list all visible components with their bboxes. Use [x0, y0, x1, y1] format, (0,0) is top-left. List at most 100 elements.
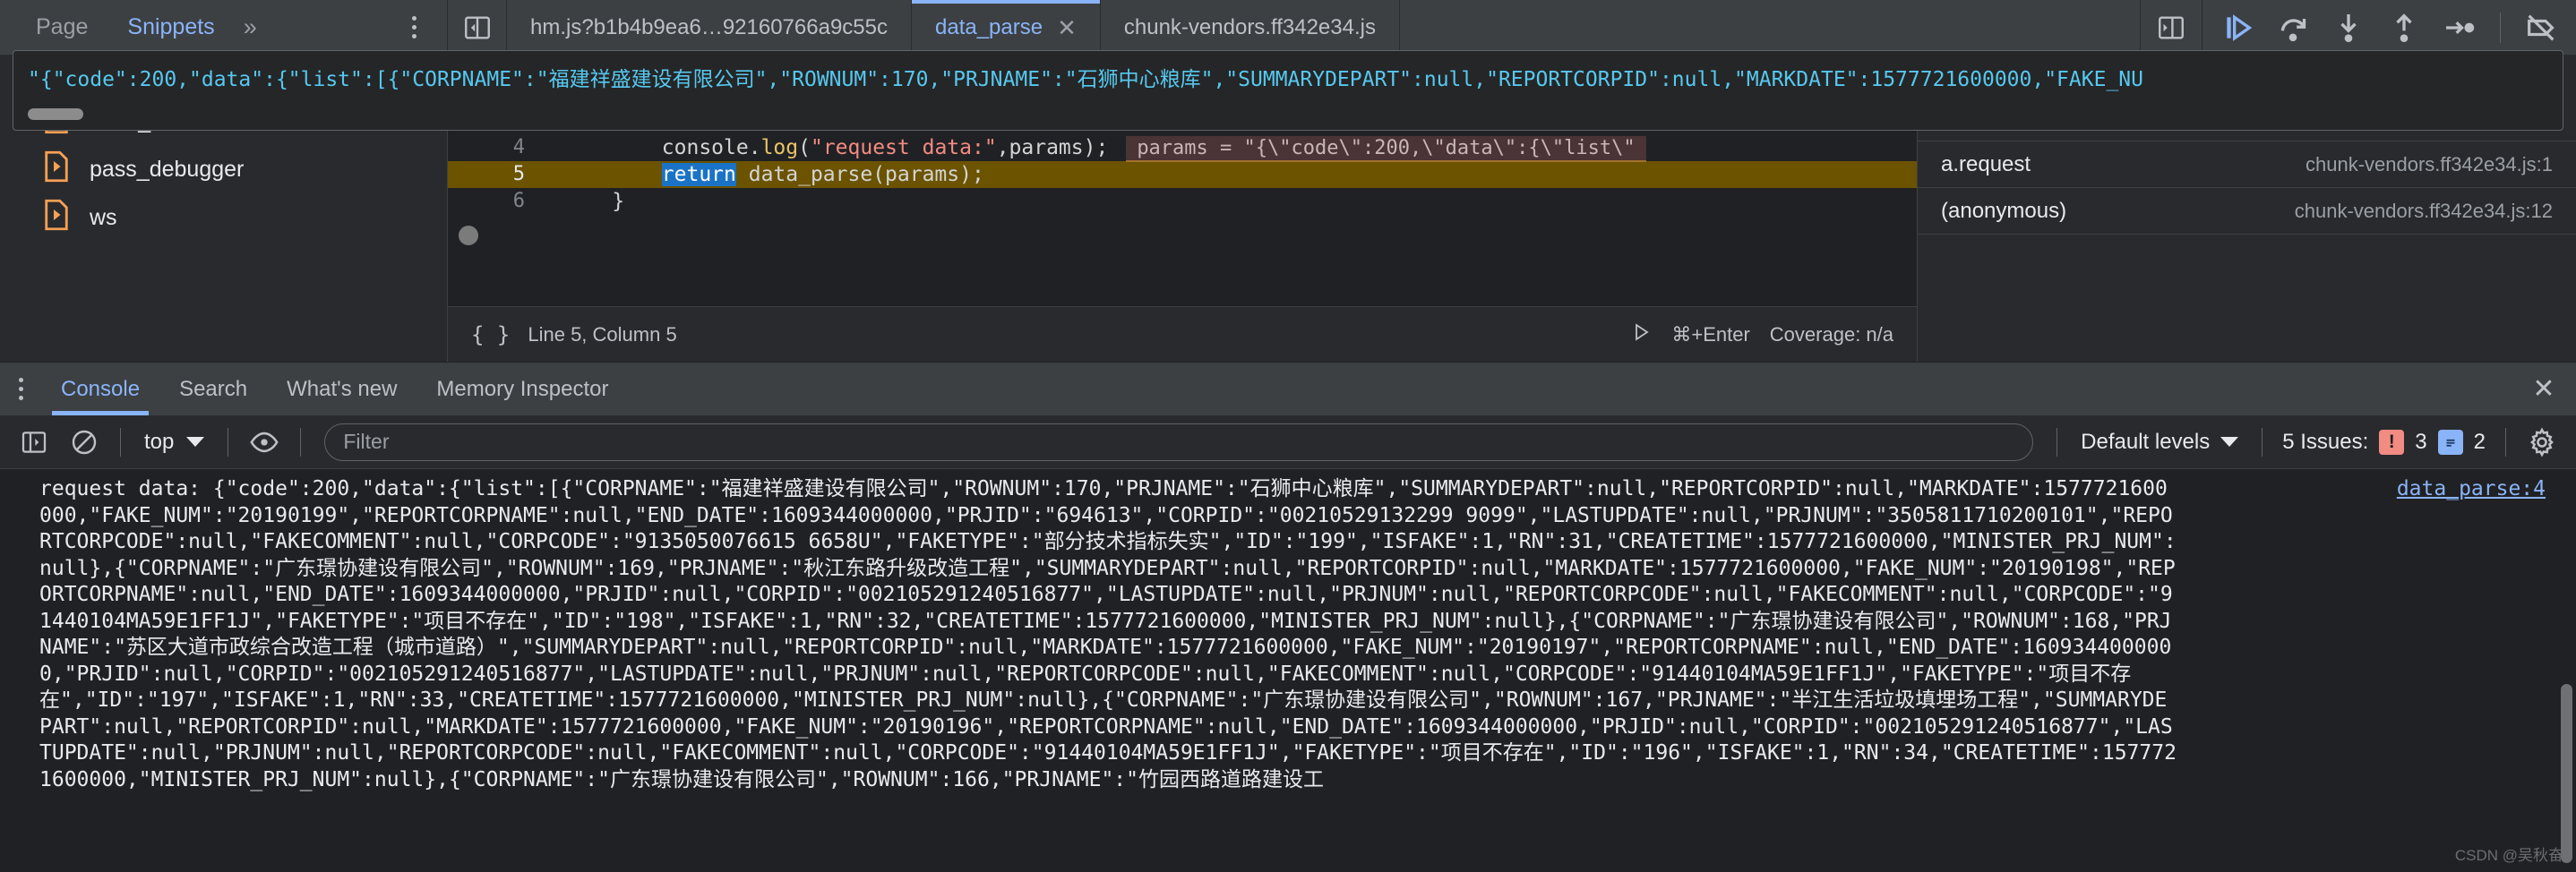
resume-icon[interactable] [2210, 0, 2265, 56]
drawer-tab-whats-new-label: What's new [287, 376, 398, 401]
issues-summary[interactable]: 5 Issues: ! 3 2 [2273, 429, 2494, 455]
drawer-tab-memory-inspector-label: Memory Inspector [436, 376, 609, 401]
source-tab-hm-js[interactable]: hm.js?b1b4b9ea6…92160766a9c55c [507, 0, 912, 56]
toolbar-divider [2262, 427, 2263, 457]
line-content: console.log("request data:",params); para… [548, 134, 1917, 162]
show-navigator-icon[interactable] [448, 0, 507, 55]
show-debugger-sidebar-icon[interactable] [2140, 0, 2202, 55]
nav-tab-page[interactable]: Page [16, 0, 107, 56]
code-token: "request data:" [810, 135, 997, 159]
inline-variable-value: params = "{\"code\":200,\"data\":{\"list… [1126, 135, 1646, 162]
source-tab-data-parse[interactable]: data_parse ✕ [912, 0, 1101, 56]
drawer-tab-whats-new[interactable]: What's new [267, 363, 416, 415]
close-icon-glyph: ✕ [2532, 374, 2555, 404]
console-log-message: request data: {"code":200,"data":{"list"… [39, 477, 2177, 791]
console-vertical-scrollbar[interactable] [2561, 684, 2572, 863]
snippet-item-ws[interactable]: ws [0, 193, 447, 242]
popover-value-text: "{"code":200,"data":{"list":[{"CORPNAME"… [28, 68, 2143, 91]
console-log-entry[interactable]: request data: {"code":200,"data":{"list"… [0, 469, 2576, 800]
call-stack-frame-anonymous[interactable]: (anonymous) chunk-vendors.ff342e34.js:12 [1918, 188, 2576, 235]
issues-error-count: 3 [2415, 429, 2427, 454]
clear-console-icon[interactable] [59, 417, 109, 467]
more-vertical-icon[interactable] [404, 14, 424, 41]
close-drawer-icon[interactable]: ✕ [2512, 363, 2576, 415]
code-line-5: 5 return data_parse(params); [448, 161, 1917, 188]
code-token-selected: return [661, 163, 736, 186]
live-expression-eye-icon[interactable] [239, 417, 289, 467]
toolbar-divider [2500, 12, 2501, 43]
call-stack-frame-name: a.request [1941, 151, 2031, 176]
line-number: 5 [448, 161, 548, 188]
step-over-icon[interactable] [2265, 0, 2321, 56]
nav-tab-snippets-label: Snippets [127, 14, 215, 39]
line-content: } [548, 188, 1917, 215]
top-bar: Page Snippets » hm.js?b1b4b9ea6…92160766… [0, 0, 2576, 56]
line-content: return data_parse(params); [548, 161, 1917, 188]
toolbar-divider [120, 427, 121, 457]
devtools-window: Page Snippets » hm.js?b1b4b9ea6…92160766… [0, 0, 2576, 872]
issue-info-icon [2437, 429, 2463, 455]
snippet-item-label: pass_debugger [90, 156, 245, 182]
step-into-icon[interactable] [2321, 0, 2376, 56]
pretty-print-braces-icon[interactable]: { } [471, 322, 510, 347]
more-vertical-icon[interactable] [0, 363, 41, 415]
filter-input-wrapper[interactable] [324, 423, 2034, 461]
popover-horizontal-scrollbar[interactable] [28, 108, 83, 120]
source-tab-chunk-vendors[interactable]: chunk-vendors.ff342e34.js [1101, 0, 1400, 56]
chevron-down-icon [186, 437, 205, 447]
execution-context-selector[interactable]: top [132, 430, 217, 455]
breakpoint-crossed-icon[interactable] [2513, 0, 2569, 56]
issues-label: 5 Issues: [2282, 429, 2369, 454]
console-toolbar: top Default levels 5 Issues: [0, 415, 2576, 469]
breakpoint-marker-icon[interactable] [459, 226, 478, 245]
snippet-file-icon [43, 150, 70, 189]
filter-input[interactable] [343, 430, 2015, 454]
code-token: log [760, 135, 799, 159]
log-levels-selector[interactable]: Default levels [2068, 430, 2251, 455]
execution-context-value: top [144, 429, 175, 454]
drawer-tab-memory-inspector[interactable]: Memory Inspector [416, 363, 628, 415]
drawer-tab-search[interactable]: Search [159, 363, 267, 415]
debugger-controls [2202, 0, 2576, 55]
nav-tab-snippets[interactable]: Snippets [107, 0, 234, 56]
call-stack-frame-a-request[interactable]: a.request chunk-vendors.ff342e34.js:1 [1918, 141, 2576, 188]
code-token: data_parse(params); [735, 163, 984, 186]
source-tab-hm-js-label: hm.js?b1b4b9ea6…92160766a9c55c [530, 15, 888, 39]
step-icon[interactable] [2432, 0, 2487, 56]
drawer-tab-console-label: Console [61, 376, 141, 401]
coverage-label: Coverage: n/a [1769, 322, 1893, 346]
console-sidebar-icon[interactable] [9, 417, 59, 467]
code-token: ( [798, 135, 811, 159]
drawer-tab-console[interactable]: Console [41, 363, 159, 415]
chevron-down-icon [2220, 437, 2239, 447]
nav-tab-page-label: Page [36, 14, 89, 39]
chevron-double-right-icon[interactable]: » [235, 13, 266, 41]
code-token: ,params); [996, 135, 1109, 159]
navigator-pane-header: Page Snippets » [0, 0, 448, 56]
close-icon[interactable]: ✕ [1057, 16, 1077, 39]
gear-icon[interactable] [2517, 417, 2567, 467]
run-snippet-icon[interactable] [1630, 321, 1652, 349]
console-output[interactable]: request data: {"code":200,"data":{"list"… [0, 469, 2576, 872]
source-tab-strip: hm.js?b1b4b9ea6…92160766a9c55c data_pars… [448, 0, 2576, 56]
console-log-source-link[interactable]: data_parse:4 [2397, 476, 2546, 503]
log-levels-label: Default levels [2081, 429, 2211, 454]
value-popover[interactable]: "{"code":200,"data":{"list":[{"CORPNAME"… [13, 50, 2563, 131]
source-tab-data-parse-label: data_parse [935, 15, 1043, 39]
call-stack-frame-location: chunk-vendors.ff342e34.js:1 [2306, 152, 2553, 175]
code-line-4: 4 console.log("request data:",params); pa… [448, 134, 1917, 162]
editor-status-bar: { } Line 5, Column 5 ⌘+Enter Coverage: n… [448, 306, 1917, 362]
call-stack-frame-name: (anonymous) [1941, 198, 2067, 223]
debugger-sidebar-filler [1918, 235, 2576, 362]
console-drawer: Console Search What's new Memory Inspect… [0, 362, 2576, 872]
code-line-6: 6 } [448, 188, 1917, 215]
call-stack-frame-location: chunk-vendors.ff342e34.js:12 [2294, 199, 2553, 222]
tab-strip-filler [1400, 0, 2140, 55]
line-number: 6 [512, 190, 525, 212]
sources-panel: hook_cookie pass_debugger [0, 50, 2576, 362]
toolbar-divider [300, 427, 302, 457]
step-out-icon[interactable] [2376, 0, 2432, 56]
snippet-item-pass-debugger[interactable]: pass_debugger [0, 145, 447, 193]
toolbar-divider [2505, 427, 2506, 457]
